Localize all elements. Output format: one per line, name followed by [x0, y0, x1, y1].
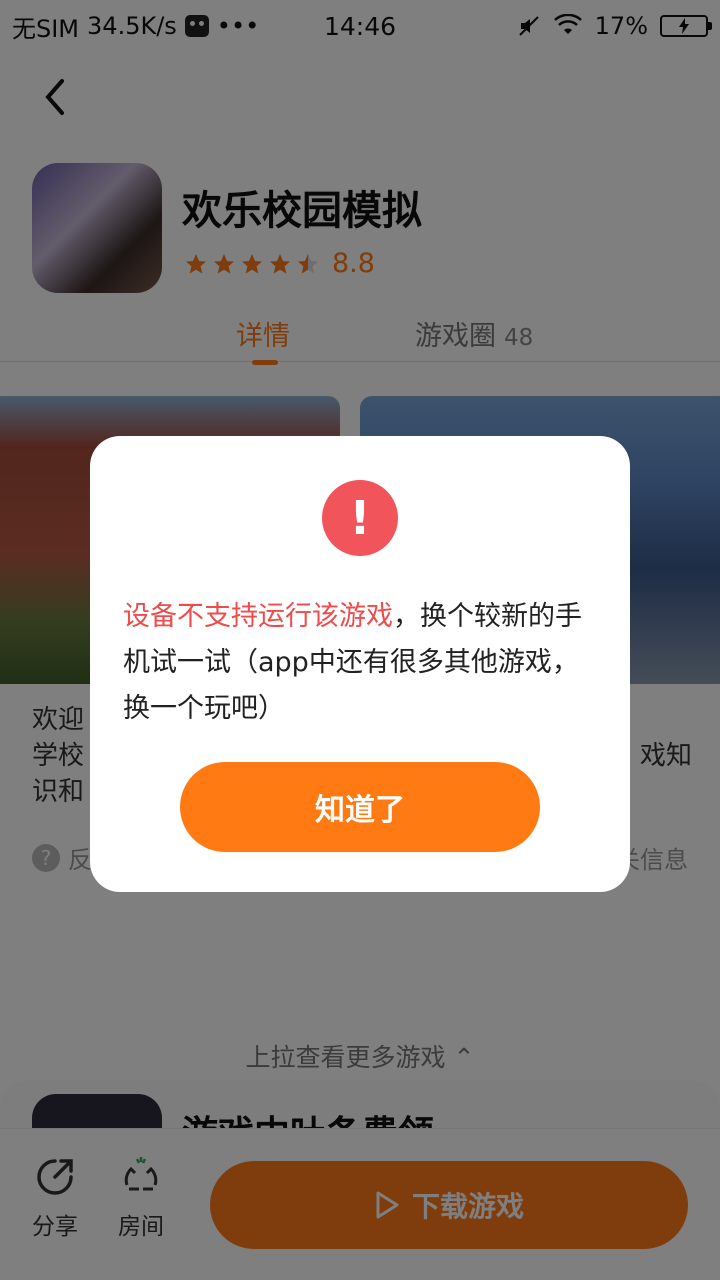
dialog-message: 设备不支持运行该游戏，换个较新的手机试一试（app中还有很多其他游戏，换一个玩吧…: [123, 594, 597, 732]
dialog-message-highlight: 设备不支持运行该游戏: [123, 601, 393, 632]
exclamation-icon: !: [322, 480, 398, 556]
unsupported-device-dialog: ! 设备不支持运行该游戏，换个较新的手机试一试（app中还有很多其他游戏，换一个…: [90, 436, 630, 892]
got-it-button[interactable]: 知道了: [180, 762, 540, 852]
